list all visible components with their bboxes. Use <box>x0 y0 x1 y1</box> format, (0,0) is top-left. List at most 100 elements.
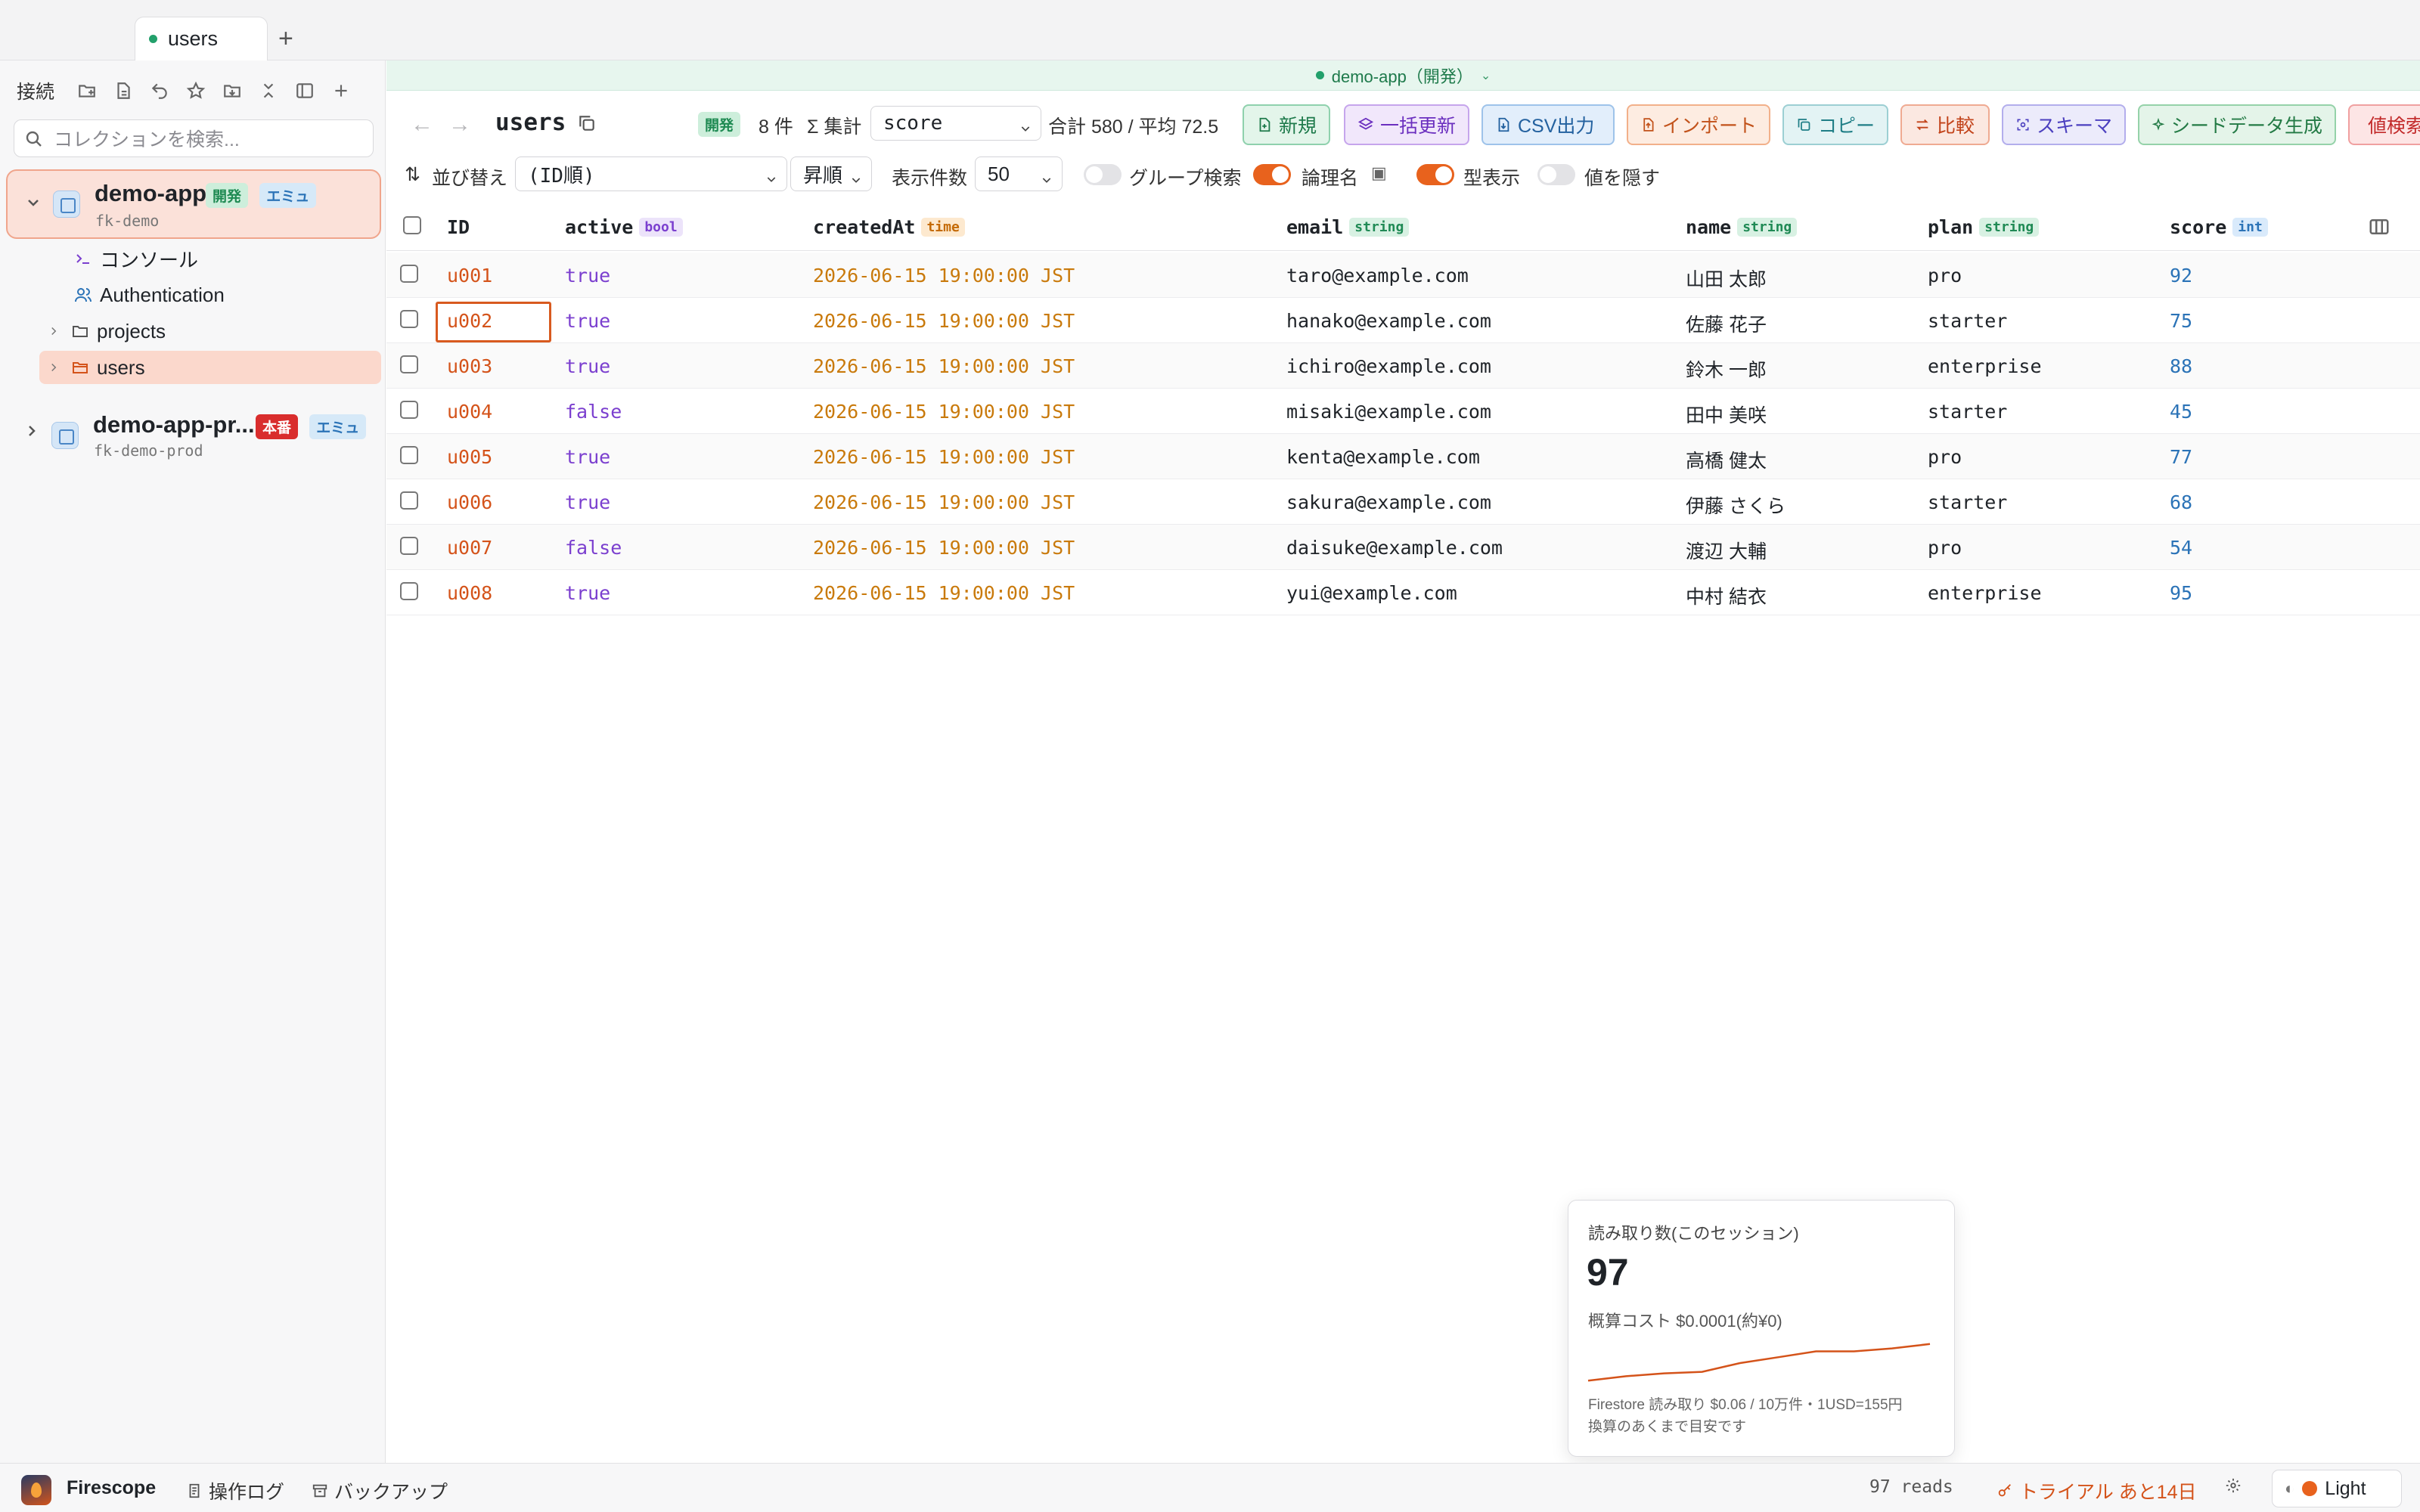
page-size-select[interactable]: 50 <box>975 156 1063 191</box>
cell-id[interactable]: u005 <box>447 446 492 468</box>
forward-arrow-icon[interactable]: → <box>448 112 471 138</box>
operation-log-button[interactable]: 操作ログ <box>186 1477 284 1504</box>
settings-gear-icon[interactable] <box>2225 1477 2242 1494</box>
environment-bar[interactable]: demo-app（開発） ⌄ <box>386 60 2420 91</box>
cell-email[interactable]: taro@example.com <box>1286 265 1469 287</box>
hide-values-toggle[interactable] <box>1537 164 1575 185</box>
row-checkbox[interactable] <box>400 537 418 555</box>
new-folder-icon[interactable] <box>74 78 100 104</box>
cell-plan[interactable]: enterprise <box>1928 582 2042 604</box>
row-checkbox[interactable] <box>400 446 418 464</box>
cell-score[interactable]: 54 <box>2170 537 2192 559</box>
star-icon[interactable] <box>183 78 209 104</box>
copy-button[interactable]: コピー <box>1782 104 1888 145</box>
cell-name[interactable]: 高橋 健太 <box>1686 446 1767 473</box>
cell-email[interactable]: misaki@example.com <box>1286 401 1491 423</box>
cell-plan[interactable]: pro <box>1928 446 1962 468</box>
logical-name-toggle[interactable] <box>1253 164 1291 185</box>
bulk-update-button[interactable]: 一括更新 <box>1344 104 1469 145</box>
chevron-right-icon[interactable] <box>47 324 60 338</box>
cell-active[interactable]: true <box>565 355 610 377</box>
cell-score[interactable]: 75 <box>2170 310 2192 332</box>
reads-counter[interactable]: 97 reads <box>1869 1477 1953 1497</box>
tree-item-authentication[interactable]: Authentication <box>39 278 381 311</box>
cell-email[interactable]: ichiro@example.com <box>1286 355 1491 377</box>
cell-score[interactable]: 77 <box>2170 446 2192 468</box>
tab-users[interactable]: users <box>135 17 268 60</box>
import-folder-icon[interactable] <box>219 78 245 104</box>
cell-active[interactable]: false <box>565 401 622 423</box>
cell-plan[interactable]: starter <box>1928 310 2007 332</box>
cell-createdat[interactable]: 2026-06-15 19:00:00 JST <box>813 582 1075 604</box>
new-file-icon[interactable] <box>110 78 136 104</box>
cell-email[interactable]: sakura@example.com <box>1286 491 1491 513</box>
sort-order-select[interactable]: 昇順 <box>790 156 872 191</box>
cell-name[interactable]: 田中 美咲 <box>1686 401 1767 428</box>
row-checkbox[interactable] <box>400 310 418 328</box>
cell-active[interactable]: true <box>565 582 610 604</box>
table-row[interactable]: u004 false 2026-06-15 19:00:00 JST misaki@e… <box>386 389 2420 434</box>
cell-name[interactable]: 鈴木 一郎 <box>1686 355 1767 383</box>
select-all-checkbox[interactable] <box>403 216 421 234</box>
row-checkbox[interactable] <box>400 355 418 373</box>
cell-email[interactable]: kenta@example.com <box>1286 446 1480 468</box>
tree-item-console[interactable]: コンソール <box>39 242 381 275</box>
cell-plan[interactable]: pro <box>1928 265 1962 287</box>
cell-createdat[interactable]: 2026-06-15 19:00:00 JST <box>813 401 1075 423</box>
table-row[interactable]: u008 true 2026-06-15 19:00:00 JST yui@examp… <box>386 570 2420 615</box>
connection-demo-app-prod[interactable]: demo-app-pr... 本番 エミュ fk-demo-prod <box>6 405 381 475</box>
cell-score[interactable]: 88 <box>2170 355 2192 377</box>
chevron-right-icon[interactable] <box>47 361 60 374</box>
add-connection-icon[interactable] <box>328 78 354 104</box>
cell-email[interactable]: daisuke@example.com <box>1286 537 1503 559</box>
row-checkbox[interactable] <box>400 265 418 283</box>
value-search-button[interactable]: 値検索 <box>2348 104 2420 145</box>
column-header-id[interactable]: ID <box>447 216 470 238</box>
cell-active[interactable]: true <box>565 310 610 332</box>
cell-name[interactable]: 渡辺 大輔 <box>1686 537 1767 564</box>
copy-path-icon[interactable] <box>577 113 597 133</box>
cell-createdat[interactable]: 2026-06-15 19:00:00 JST <box>813 265 1075 287</box>
column-header-name[interactable]: name string <box>1686 216 1798 238</box>
column-header-plan[interactable]: plan string <box>1928 216 2040 238</box>
cell-createdat[interactable]: 2026-06-15 19:00:00 JST <box>813 446 1075 468</box>
undo-icon[interactable] <box>147 78 172 104</box>
back-arrow-icon[interactable]: ← <box>411 112 433 138</box>
connection-demo-app[interactable]: demo-app 開発 エミュ fk-demo <box>6 169 381 239</box>
cell-name[interactable]: 山田 太郎 <box>1686 265 1767 292</box>
cell-createdat[interactable]: 2026-06-15 19:00:00 JST <box>813 537 1075 559</box>
cell-name[interactable]: 佐藤 花子 <box>1686 310 1767 337</box>
cell-email[interactable]: hanako@example.com <box>1286 310 1491 332</box>
cell-plan[interactable]: starter <box>1928 401 2007 423</box>
column-header-createdat[interactable]: createdAt time <box>813 216 965 238</box>
cell-name[interactable]: 伊藤 さくら <box>1686 491 1786 519</box>
column-header-active[interactable]: active bool <box>565 216 683 238</box>
collection-search-input[interactable]: コレクションを検索... <box>14 119 374 157</box>
group-search-toggle[interactable] <box>1084 164 1122 185</box>
table-row[interactable]: u002 true 2026-06-15 19:00:00 JST hanako@ex… <box>386 298 2420 343</box>
cell-score[interactable]: 95 <box>2170 582 2192 604</box>
cell-createdat[interactable]: 2026-06-15 19:00:00 JST <box>813 355 1075 377</box>
csv-export-button[interactable]: CSV出力 <box>1481 104 1615 145</box>
cell-id[interactable]: u007 <box>447 537 492 559</box>
cell-score[interactable]: 45 <box>2170 401 2192 423</box>
cell-active[interactable]: true <box>565 265 610 287</box>
cell-id[interactable]: u001 <box>447 265 492 287</box>
table-row[interactable]: u006 true 2026-06-15 19:00:00 JST sakura@ex… <box>386 479 2420 525</box>
cell-id[interactable]: u004 <box>447 401 492 423</box>
schema-button[interactable]: スキーマ <box>2002 104 2126 145</box>
cell-active[interactable]: false <box>565 537 622 559</box>
sidebar-toggle-icon[interactable] <box>292 78 318 104</box>
column-header-email[interactable]: email string <box>1286 216 1410 238</box>
table-row[interactable]: u003 true 2026-06-15 19:00:00 JST ichiro@ex… <box>386 343 2420 389</box>
cell-active[interactable]: true <box>565 446 610 468</box>
cell-createdat[interactable]: 2026-06-15 19:00:00 JST <box>813 310 1075 332</box>
cell-plan[interactable]: enterprise <box>1928 355 2042 377</box>
cell-score[interactable]: 92 <box>2170 265 2192 287</box>
aggregate-field-select[interactable]: score <box>870 106 1041 141</box>
logical-name-edit-icon[interactable]: ▣ <box>1371 163 1387 183</box>
table-row[interactable]: u005 true 2026-06-15 19:00:00 JST kenta@exa… <box>386 434 2420 479</box>
trial-badge[interactable]: トライアル あと14日 <box>1996 1477 2197 1504</box>
column-settings-icon[interactable] <box>2368 215 2392 240</box>
backup-button[interactable]: バックアップ <box>312 1477 448 1504</box>
